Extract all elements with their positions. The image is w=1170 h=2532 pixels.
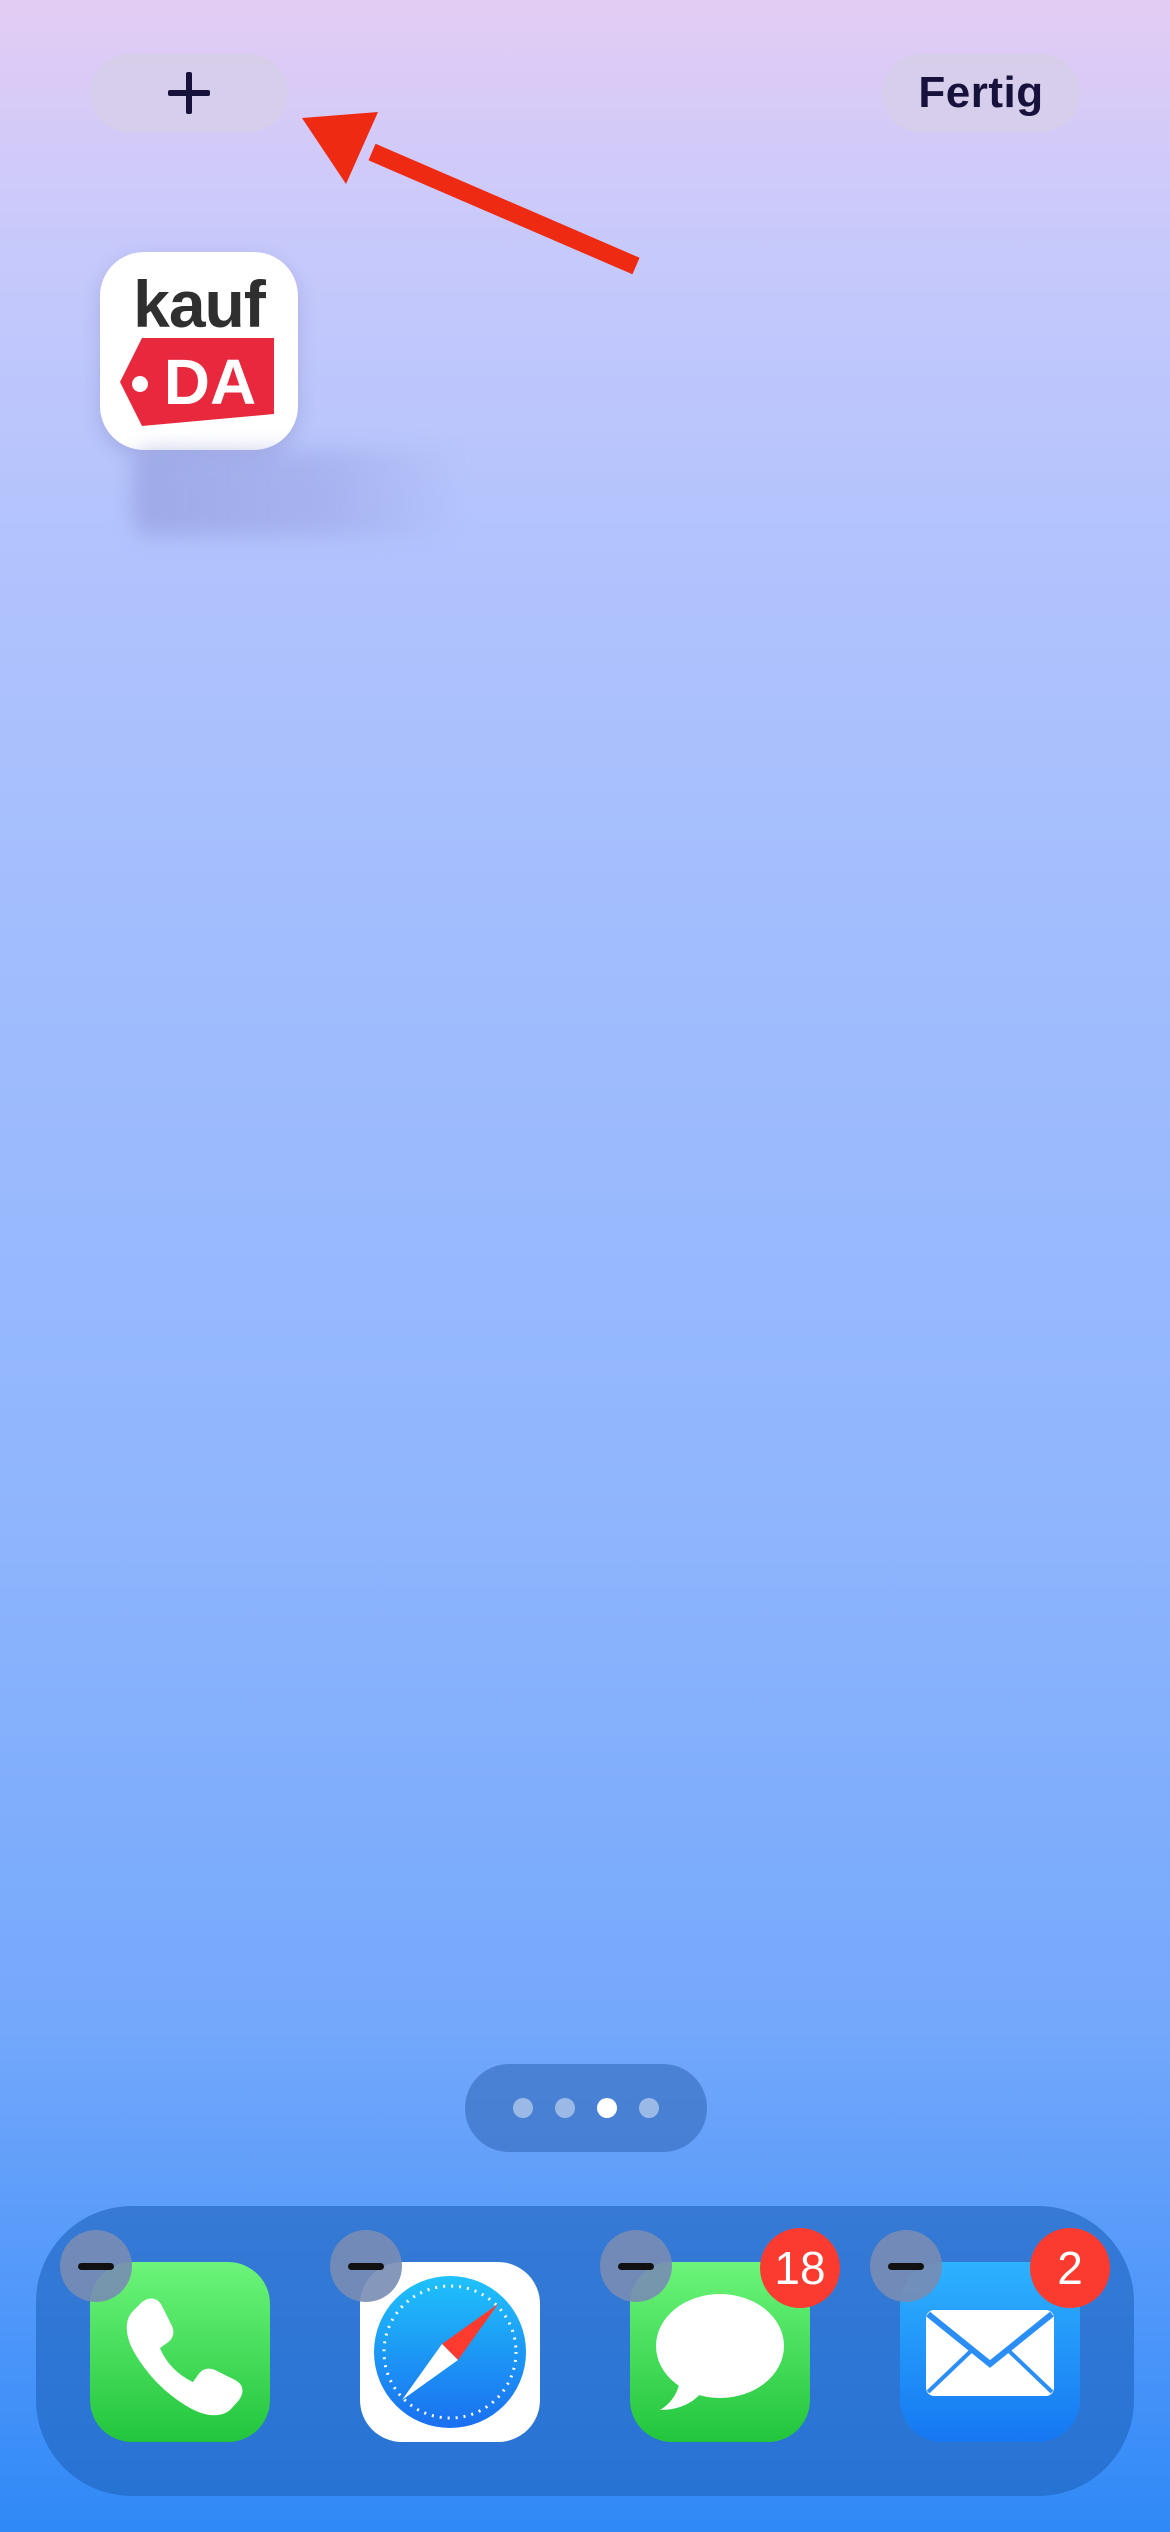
notification-badge: 18	[760, 2228, 840, 2308]
remove-app-button[interactable]	[60, 2230, 132, 2302]
app-label-blurred	[132, 450, 462, 536]
page-dot-current	[597, 2098, 617, 2118]
page-indicator[interactable]	[465, 2064, 707, 2152]
kaufda-app-icon[interactable]: kauf DA	[100, 252, 298, 450]
kaufda-tag-text: DA	[164, 346, 256, 418]
done-button[interactable]: Fertig	[882, 54, 1080, 132]
notification-badge: 2	[1030, 2228, 1110, 2308]
page-dot	[513, 2098, 533, 2118]
dock-app-messages[interactable]: 18	[600, 2228, 840, 2442]
kaufda-logo-text: kauf	[133, 267, 266, 341]
remove-app-button[interactable]	[330, 2230, 402, 2302]
remove-app-button[interactable]	[870, 2230, 942, 2302]
dock-app-safari[interactable]	[330, 2230, 540, 2442]
plus-icon	[168, 72, 210, 114]
dock-app-mail[interactable]: 2	[870, 2228, 1110, 2442]
page-dot	[555, 2098, 575, 2118]
page-dot	[639, 2098, 659, 2118]
kaufda-tag-icon: DA	[120, 338, 274, 426]
remove-app-button[interactable]	[600, 2230, 672, 2302]
add-widget-button[interactable]	[90, 54, 288, 132]
dock-app-phone[interactable]	[60, 2230, 270, 2442]
